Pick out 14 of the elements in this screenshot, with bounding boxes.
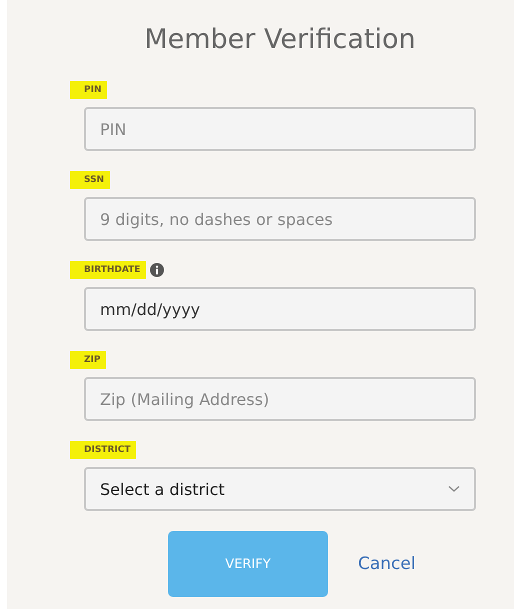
cancel-link[interactable]: Cancel [358, 554, 416, 574]
field-label: DISTRICT [70, 441, 136, 459]
input-field[interactable]: PIN [84, 107, 476, 151]
field-label: ZIP [70, 351, 106, 369]
input-field[interactable]: mm/dd/yyyy [84, 287, 476, 331]
info-icon[interactable] [150, 263, 164, 277]
district-dropdown[interactable]: Select a district [84, 467, 476, 511]
input-field[interactable]: Zip (Mailing Address) [84, 377, 476, 421]
chevron-down-icon [448, 485, 460, 493]
field-label: BIRTHDATE [70, 261, 146, 279]
form-title: Member Verification [143, 24, 417, 55]
input-field[interactable]: 9 digits, no dashes or spaces [84, 197, 476, 241]
field-label: PIN [70, 81, 108, 99]
field-label: SSN [70, 171, 110, 189]
